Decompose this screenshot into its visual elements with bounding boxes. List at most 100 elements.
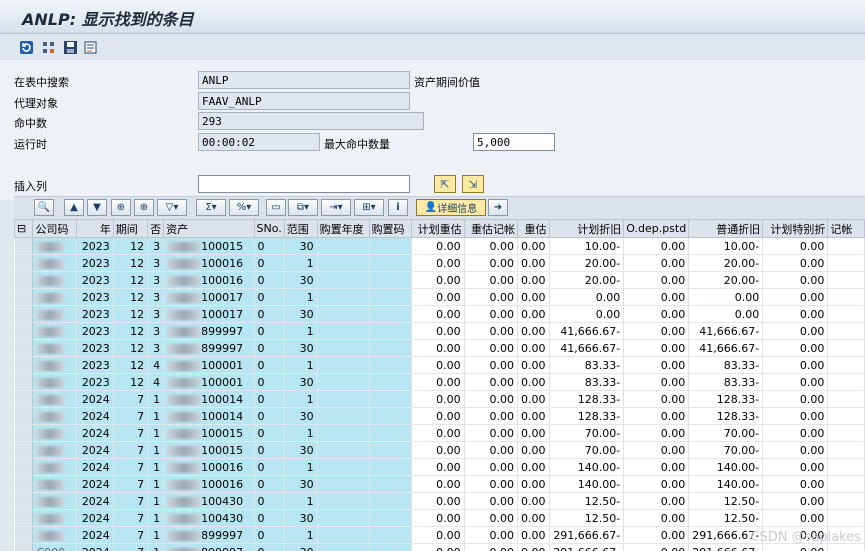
cell-period[interactable]: 7 [113,543,149,551]
cell-acq-year[interactable] [317,424,370,442]
cell-company[interactable] [32,288,78,306]
cell-sno[interactable]: 0 [254,254,285,272]
cell-planned-dep[interactable]: 12.50- [549,509,625,527]
cell-acq-year[interactable] [317,475,370,493]
cell-acq-year[interactable] [317,237,370,255]
filter-button[interactable]: ▽▾ [157,199,187,216]
cell-reval[interactable]: 0.00 [517,237,550,255]
cell-reval[interactable]: 0.00 [517,475,550,493]
cell-reval-posted[interactable]: 0.00 [464,322,519,340]
cell-acq-code[interactable] [369,390,412,408]
cell-company[interactable] [32,373,78,391]
cell-posted[interactable] [827,356,865,374]
cell-sno[interactable]: 0 [254,543,285,551]
cell-reval[interactable]: 0.00 [517,339,550,357]
cell-acq-year[interactable] [317,441,370,459]
cell-reval[interactable]: 0.00 [517,305,550,323]
cell-planned-dep[interactable]: 140.00- [549,475,625,493]
cell-year[interactable]: 2024 [76,390,114,408]
cell-acq-code[interactable] [369,356,412,374]
cell-planned-dep[interactable]: 70.00- [549,424,625,442]
cell-ordinary-dep[interactable]: 0.00 [688,288,764,306]
cell-posted[interactable] [827,441,865,459]
table-row[interactable]: 2024 7 1 100016 0 30 0.00 0.00 0.00 140.00- 0.00 14… [14,475,865,493]
cell-planned-dep[interactable]: 0.00 [549,288,625,306]
cell-ordinary-dep[interactable]: 20.00- [688,271,764,289]
cell-company[interactable] [32,492,78,510]
row-selector[interactable] [14,271,34,289]
cell-planned-reval[interactable]: 0.00 [411,492,465,510]
cell-planned-special-dep[interactable]: 0.00 [762,424,829,442]
row-selector[interactable] [14,475,34,493]
row-selector[interactable] [14,390,34,408]
cell-no[interactable]: 3 [147,271,165,289]
cell-range[interactable]: 30 [284,441,318,459]
cell-planned-dep[interactable]: 140.00- [549,458,625,476]
cell-odep-pstd[interactable]: 0.00 [623,339,690,357]
cell-reval-posted[interactable]: 0.00 [464,237,519,255]
cell-period[interactable]: 7 [113,492,149,510]
col-header-reval[interactable]: 重估 [517,219,550,238]
cell-planned-reval[interactable]: 0.00 [411,254,465,272]
cell-asset[interactable]: 100017 [163,305,255,323]
cell-odep-pstd[interactable]: 0.00 [623,492,690,510]
cell-range[interactable]: 30 [284,543,318,551]
cell-planned-special-dep[interactable]: 0.00 [762,339,829,357]
table-row[interactable]: 2024 7 1 899997 0 1 0.00 0.00 0.00 291,666.67- 0.0… [14,526,865,544]
cell-company[interactable] [32,509,78,527]
cell-odep-pstd[interactable]: 0.00 [623,441,690,459]
cell-sno[interactable]: 0 [254,492,285,510]
cell-planned-special-dep[interactable]: 0.00 [762,458,829,476]
cell-acq-year[interactable] [317,271,370,289]
cell-reval-posted[interactable]: 0.00 [464,254,519,272]
col-header-company[interactable]: 公司码 [32,219,78,238]
table-row[interactable]: 2023 12 3 100017 0 30 0.00 0.00 0.00 0.00 0.00 0.00… [14,305,865,323]
cell-posted[interactable] [827,492,865,510]
cell-acq-year[interactable] [317,492,370,510]
cell-no[interactable]: 3 [147,254,165,272]
more-button[interactable]: ➜ [488,199,508,216]
col-header-planned-dep[interactable]: 计划折旧 [548,219,625,238]
cell-range[interactable]: 1 [284,492,318,510]
cell-planned-dep[interactable]: 128.33- [549,390,625,408]
cell-acq-year[interactable] [317,322,370,340]
cell-acq-year[interactable] [317,526,370,544]
cell-planned-dep[interactable]: 291,666.67- [549,526,625,544]
cell-odep-pstd[interactable]: 0.00 [623,305,690,323]
cell-planned-dep[interactable]: 12.50- [549,492,625,510]
refresh-icon[interactable] [18,39,34,55]
cell-ordinary-dep[interactable]: 128.33- [688,407,764,425]
cell-asset[interactable]: 100015 [163,237,255,255]
cell-planned-reval[interactable]: 0.00 [411,475,465,493]
cell-reval-posted[interactable]: 0.00 [464,356,519,374]
cell-sno[interactable]: 0 [254,339,285,357]
cell-company[interactable] [32,254,78,272]
cell-acq-code[interactable] [369,288,412,306]
cell-no[interactable]: 3 [147,305,165,323]
cell-sno[interactable]: 0 [254,305,285,323]
cell-planned-special-dep[interactable]: 0.00 [762,475,829,493]
cell-planned-reval[interactable]: 0.00 [411,543,465,551]
cell-asset[interactable]: 100015 [163,424,255,442]
cell-acq-code[interactable] [369,424,412,442]
cell-range[interactable]: 1 [284,356,318,374]
cell-asset[interactable]: 100001 [163,356,255,374]
row-selector[interactable] [14,509,34,527]
cell-odep-pstd[interactable]: 0.00 [623,373,690,391]
col-header-posted[interactable]: 记帐 [827,219,865,238]
sort-descending-button[interactable]: ▼ [87,199,107,216]
cell-year[interactable]: 2023 [76,322,114,340]
cell-year[interactable]: 2024 [76,509,114,527]
row-selector[interactable] [14,322,34,340]
cell-planned-special-dep[interactable]: 0.00 [762,254,829,272]
row-selector[interactable] [14,441,34,459]
info-button[interactable]: i [388,199,408,216]
cell-planned-special-dep[interactable]: 0.00 [762,492,829,510]
cell-planned-special-dep[interactable]: 0.00 [762,305,829,323]
cell-range[interactable]: 30 [284,373,318,391]
cell-company[interactable] [32,237,78,255]
cell-acq-code[interactable] [369,441,412,459]
cell-reval[interactable]: 0.00 [517,288,550,306]
cell-company[interactable] [32,356,78,374]
cell-posted[interactable] [827,373,865,391]
